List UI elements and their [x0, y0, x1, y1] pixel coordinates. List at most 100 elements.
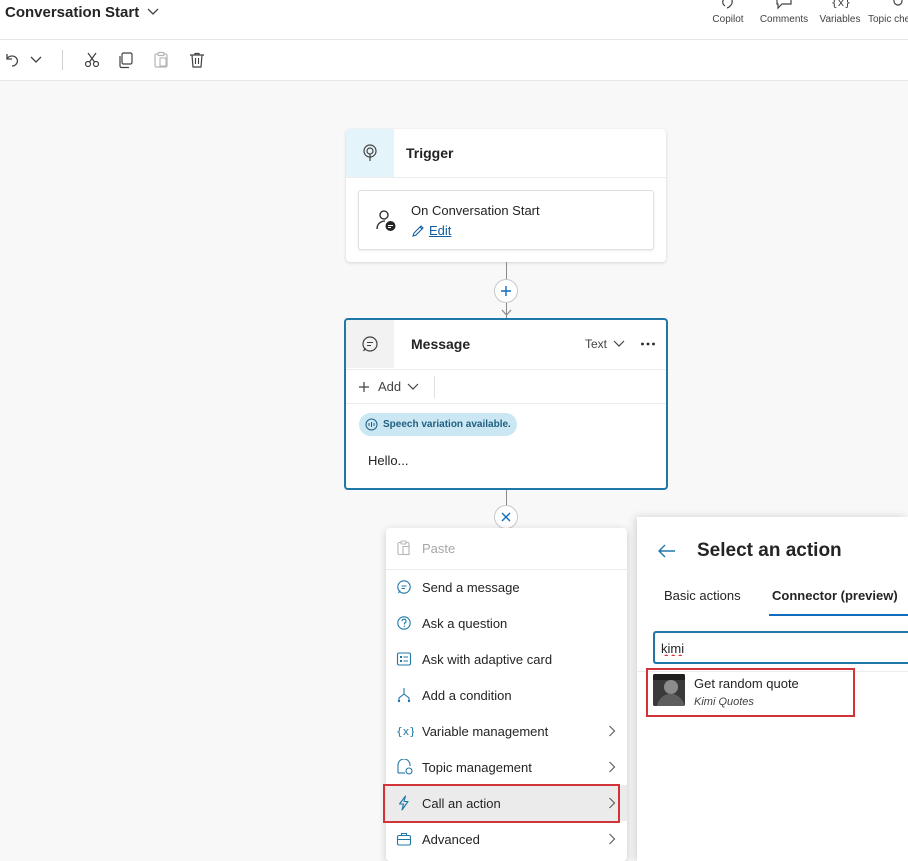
question-icon: [396, 615, 412, 631]
chevron-down-icon: [147, 8, 159, 16]
cut-button[interactable]: [82, 50, 102, 70]
plus-icon: [500, 285, 512, 297]
comment-icon: [775, 0, 793, 10]
more-horizontal-icon: [640, 337, 656, 351]
message-node-header: Message Text: [346, 320, 666, 370]
pencil-icon: [411, 224, 425, 238]
menu-item-advanced[interactable]: Advanced: [386, 821, 627, 857]
menu-item-label: Ask a question: [422, 616, 508, 631]
close-icon: [500, 511, 512, 523]
condition-icon: [396, 687, 412, 703]
add-content-button[interactable]: Add: [358, 379, 419, 394]
message-icon: [360, 334, 380, 354]
menu-item-variable-management[interactable]: {x} Variable management: [386, 713, 627, 749]
variables-label: Variables: [819, 14, 861, 25]
active-tab-indicator: [769, 614, 908, 616]
copy-icon: [117, 51, 135, 69]
close-menu-button[interactable]: [494, 505, 518, 529]
more-options-button[interactable]: [640, 337, 656, 351]
speech-icon: [365, 418, 378, 431]
tab-basic-actions[interactable]: Basic actions: [664, 588, 741, 603]
chevron-right-icon: [608, 833, 616, 845]
message-add-bar: Add: [346, 370, 666, 404]
trigger-icon: [361, 143, 379, 163]
copilot-icon: [719, 0, 737, 10]
message-icon: [396, 579, 412, 595]
edit-trigger-link[interactable]: Edit: [411, 223, 451, 238]
trigger-icon-box: [346, 129, 394, 177]
chevron-down-icon: [407, 383, 419, 391]
message-type-label: Text: [585, 337, 608, 351]
user-chat-icon: [375, 209, 397, 233]
panel-title: Select an action: [697, 540, 842, 561]
speech-variation-badge[interactable]: Speech variation available.: [359, 413, 517, 436]
menu-item-label: Advanced: [422, 832, 480, 847]
chevron-down-icon: [607, 340, 625, 348]
editor-toolbar: [0, 40, 908, 81]
delete-button[interactable]: [187, 50, 207, 70]
menu-item-label: Ask with adaptive card: [422, 652, 553, 667]
briefcase-icon: [396, 831, 412, 847]
arrow-left-icon: [658, 544, 676, 558]
action-search-box[interactable]: [653, 631, 908, 664]
variables-icon: {x}: [830, 0, 850, 10]
call-action-highlight: [383, 784, 620, 823]
topic-checker-label: Topic che: [868, 14, 908, 25]
menu-item-add-condition[interactable]: Add a condition: [386, 677, 627, 713]
speech-badge-label: Speech variation available.: [383, 419, 511, 430]
undo-icon: [3, 51, 21, 69]
svg-text:{x}: {x}: [396, 725, 414, 738]
comments-button[interactable]: Comments: [758, 0, 810, 28]
add-node-button[interactable]: [494, 279, 518, 303]
menu-item-label: Add a condition: [422, 688, 512, 703]
message-node-title: Message: [411, 336, 471, 352]
undo-dropdown-button[interactable]: [26, 50, 46, 70]
edit-label: Edit: [429, 223, 452, 238]
topic-checker-button[interactable]: Topic che: [868, 0, 908, 28]
menu-item-adaptive-card[interactable]: Ask with adaptive card: [386, 641, 627, 677]
trigger-node-title: Trigger: [406, 145, 454, 161]
back-button[interactable]: [658, 544, 676, 558]
add-label: Add: [378, 379, 402, 394]
topic-title-dropdown[interactable]: Conversation Start: [5, 1, 159, 23]
message-node[interactable]: Message Text Add Speech variation availa…: [344, 318, 668, 490]
copy-button[interactable]: [116, 50, 136, 70]
cut-icon: [83, 51, 101, 69]
plus-icon: [358, 381, 370, 393]
trigger-node-header: Trigger: [346, 129, 666, 178]
topic-checker-icon: [890, 0, 906, 10]
paste-icon: [396, 540, 412, 556]
toolbar-divider: [62, 50, 63, 70]
chevron-down-icon: [30, 56, 42, 64]
trigger-node[interactable]: Trigger On Conversation Start Edit: [346, 129, 666, 262]
message-type-dropdown[interactable]: Text: [585, 337, 625, 351]
chevron-right-icon: [608, 725, 616, 737]
message-icon-box: [346, 320, 394, 368]
menu-item-send-message[interactable]: Send a message: [386, 569, 627, 605]
add-bar-divider: [434, 376, 435, 398]
conversation-start-trigger-card[interactable]: On Conversation Start Edit: [358, 190, 654, 250]
result-highlight: [646, 668, 855, 717]
paste-button[interactable]: [151, 50, 171, 70]
variable-icon: {x}: [396, 723, 414, 739]
menu-item-label: Variable management: [422, 724, 549, 739]
delete-icon: [188, 51, 206, 69]
action-search-input[interactable]: [661, 639, 891, 657]
menu-item-ask-question[interactable]: Ask a question: [386, 605, 627, 641]
menu-item-paste[interactable]: Paste: [386, 530, 627, 566]
menu-item-label: Topic management: [422, 760, 532, 775]
copilot-button[interactable]: Copilot: [706, 0, 750, 28]
undo-button[interactable]: [2, 50, 22, 70]
menu-item-label: Paste: [422, 541, 456, 556]
topic-header: Conversation Start Copilot Comments {x} …: [0, 0, 908, 40]
variables-button[interactable]: {x} Variables: [818, 0, 862, 28]
menu-item-label: Send a message: [422, 580, 520, 595]
svg-text:{x}: {x}: [831, 0, 850, 9]
tab-connector-preview[interactable]: Connector (preview): [772, 588, 898, 603]
paste-icon: [152, 51, 170, 69]
topic-title: Conversation Start: [5, 3, 140, 21]
message-text[interactable]: Hello...: [368, 453, 408, 468]
adaptive-card-icon: [396, 651, 412, 667]
menu-item-topic-management[interactable]: Topic management: [386, 749, 627, 785]
connector-line: [506, 490, 507, 506]
